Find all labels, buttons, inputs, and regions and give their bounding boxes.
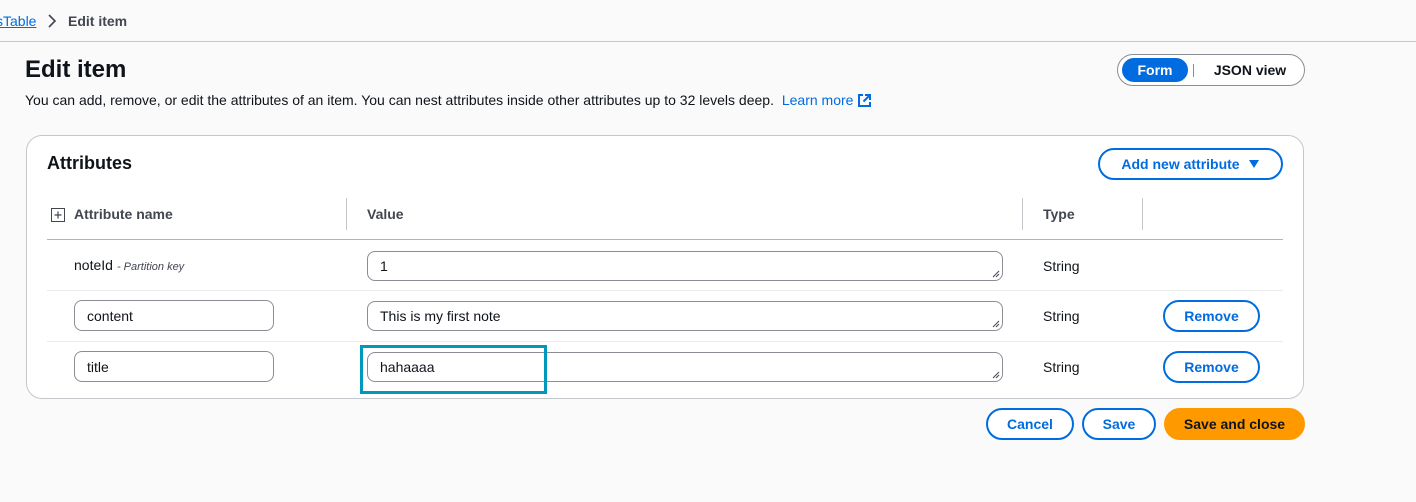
attribute-name-text: content — [87, 307, 133, 324]
page-description: You can add, remove, or edit the attribu… — [25, 92, 872, 108]
value-text: This is my first note — [380, 308, 501, 324]
attribute-name-input[interactable]: title — [74, 351, 274, 382]
resize-handle-icon[interactable] — [992, 270, 1000, 278]
value-text: 1 — [380, 258, 388, 274]
row-divider — [47, 341, 1283, 342]
breadcrumb-table-link[interactable]: sTable — [0, 13, 36, 29]
value-input[interactable]: This is my first note — [367, 301, 1003, 331]
header-divider — [47, 239, 1283, 240]
add-new-attribute-button[interactable]: Add new attribute — [1098, 148, 1283, 180]
partition-key-name: noteId - Partition key — [74, 257, 184, 273]
type-cell: String — [1043, 359, 1080, 375]
form-view-button[interactable]: Form — [1122, 58, 1188, 82]
column-header-value: Value — [367, 206, 404, 222]
column-divider[interactable] — [1022, 198, 1023, 230]
attribute-name-text: noteId — [74, 257, 113, 273]
chevron-right-icon — [48, 14, 57, 28]
column-divider[interactable] — [1142, 198, 1143, 230]
save-button[interactable]: Save — [1082, 408, 1156, 440]
learn-more-label[interactable]: Learn more — [782, 92, 854, 108]
type-cell: String — [1043, 308, 1080, 324]
json-view-button[interactable]: JSON view — [1200, 58, 1300, 82]
value-text: hahaaaa — [380, 359, 435, 375]
column-header-attribute-name: Attribute name — [74, 206, 173, 222]
column-divider[interactable] — [346, 198, 347, 230]
add-new-attribute-label[interactable]: Add new attribute — [1121, 156, 1239, 172]
attribute-name-text: title — [87, 358, 109, 375]
resize-handle-icon[interactable] — [992, 320, 1000, 328]
external-link-icon — [858, 94, 872, 107]
toggle-divider — [1193, 64, 1194, 77]
page-title: Edit item — [25, 56, 127, 83]
save-and-close-button[interactable]: Save and close — [1164, 408, 1305, 440]
breadcrumb: sTable Edit item — [0, 0, 1416, 42]
attributes-panel: Attributes Add new attribute Attribute n… — [26, 135, 1304, 399]
column-header-type: Type — [1043, 206, 1075, 222]
learn-more-link[interactable]: Learn more — [782, 92, 873, 108]
value-input[interactable]: 1 — [367, 251, 1003, 281]
type-cell: String — [1043, 258, 1080, 274]
resize-handle-icon[interactable] — [992, 371, 1000, 379]
expand-all-icon[interactable] — [51, 208, 65, 222]
remove-button[interactable]: Remove — [1163, 300, 1260, 332]
view-toggle: Form JSON view — [1117, 54, 1305, 86]
page-description-text: You can add, remove, or edit the attribu… — [25, 92, 774, 108]
remove-button[interactable]: Remove — [1163, 351, 1260, 383]
caret-down-icon — [1248, 160, 1259, 168]
partition-key-note: - Partition key — [116, 261, 185, 273]
attribute-name-input[interactable]: content — [74, 300, 274, 331]
row-divider — [47, 290, 1283, 291]
attributes-title: Attributes — [47, 153, 132, 173]
cancel-button[interactable]: Cancel — [986, 408, 1074, 440]
breadcrumb-current: Edit item — [68, 13, 128, 29]
value-input[interactable]: hahaaaa — [367, 352, 1003, 382]
